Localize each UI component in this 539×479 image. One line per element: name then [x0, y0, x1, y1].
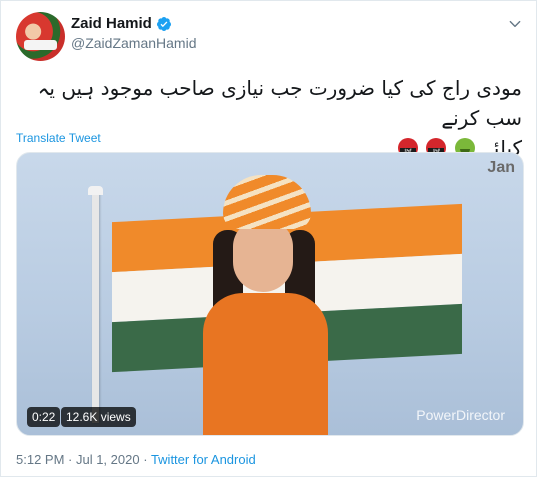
- tweet-text: مودی راج کی کیا ضرورت جب نیازی صاحب موجو…: [15, 73, 522, 163]
- video-person: [193, 175, 333, 435]
- channel-logo: Jan: [487, 159, 515, 176]
- tweet-text-line-1: مودی راج کی کیا ضرورت جب نیازی صاحب موجو…: [37, 76, 522, 130]
- translate-tweet-link[interactable]: Translate Tweet: [16, 131, 101, 145]
- tweet-source-link[interactable]: Twitter for Android: [151, 452, 256, 467]
- display-name[interactable]: Zaid Hamid: [71, 15, 152, 32]
- chevron-down-icon[interactable]: [508, 17, 522, 31]
- video-watermark: PowerDirector: [416, 407, 505, 423]
- flag-pole-top: [88, 186, 103, 195]
- video-views-badge: 12.6K views: [61, 407, 136, 427]
- verified-badge-icon: [156, 16, 171, 31]
- user-name-row: Zaid Hamid: [71, 15, 172, 32]
- video-player[interactable]: Jan PowerDirector 0:22 12.6K views: [16, 152, 524, 436]
- tweet-card: Zaid Hamid @ZaidZamanHamid مودی راج کی ک…: [0, 0, 537, 477]
- tweet-meta: 5:12 PM · Jul 1, 2020 · Twitter for Andr…: [16, 452, 256, 467]
- user-handle[interactable]: @ZaidZamanHamid: [71, 35, 196, 51]
- flag-pole: [92, 193, 99, 423]
- video-duration-badge: 0:22: [27, 407, 61, 427]
- tweet-timestamp[interactable]: 5:12 PM · Jul 1, 2020: [16, 452, 140, 467]
- meta-separator: ·: [143, 452, 148, 467]
- avatar[interactable]: [16, 12, 65, 61]
